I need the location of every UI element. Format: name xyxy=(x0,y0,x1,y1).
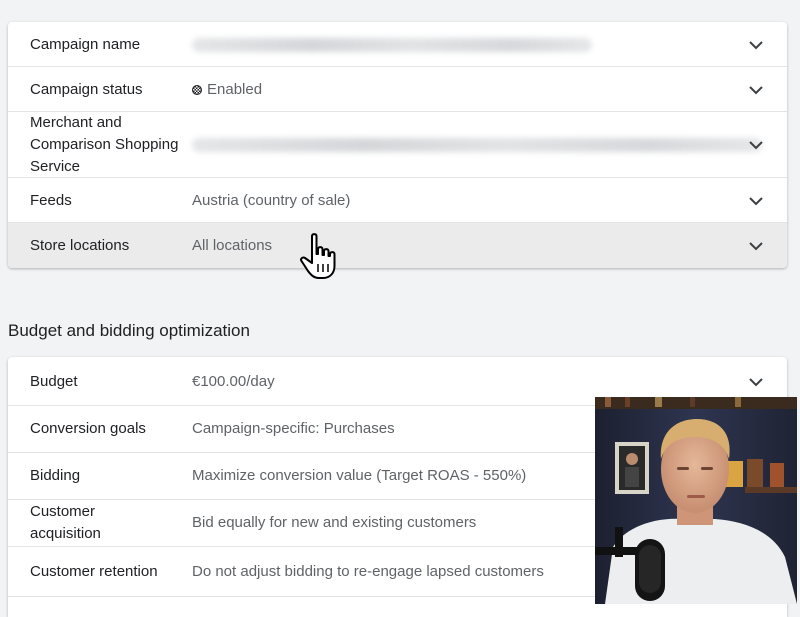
budget-section-title: Budget and bidding optimization xyxy=(8,321,250,340)
presenter-video xyxy=(595,397,797,604)
customer-acquisition-label: Customer acquisition xyxy=(30,503,101,542)
merchant-label: Merchant and Comparison Shopping Service xyxy=(30,114,179,175)
feeds-label: Feeds xyxy=(30,192,72,209)
campaign-settings-card: Campaign name Campaign status Enabled Me… xyxy=(8,22,787,268)
store-locations-label: Store locations xyxy=(30,237,130,254)
store-locations-row[interactable]: Store locations All locations xyxy=(8,223,787,268)
campaign-name-label: Campaign name xyxy=(30,36,141,53)
campaign-status-row[interactable]: Campaign status Enabled xyxy=(8,67,787,112)
customer-retention-value: Do not adjust bidding to re-engage lapse… xyxy=(192,563,544,580)
bidding-label: Bidding xyxy=(30,467,81,484)
chevron-down-icon[interactable] xyxy=(747,373,765,391)
campaign-name-value-redacted xyxy=(192,38,592,52)
campaign-status-text: Enabled xyxy=(207,81,263,98)
chevron-down-icon[interactable] xyxy=(747,36,765,54)
chevron-down-icon[interactable] xyxy=(747,192,765,210)
webcam-overlay xyxy=(595,397,797,604)
conversion-goals-label: Conversion goals xyxy=(30,420,146,437)
campaign-status-label: Campaign status xyxy=(30,81,143,98)
bidding-value: Maximize conversion value (Target ROAS -… xyxy=(192,467,527,484)
status-enabled-icon xyxy=(192,85,202,95)
chevron-down-icon[interactable] xyxy=(747,136,765,154)
budget-value: €100.00/day xyxy=(192,373,275,390)
store-locations-value: All locations xyxy=(192,237,273,254)
chevron-down-icon[interactable] xyxy=(747,81,765,99)
budget-label: Budget xyxy=(30,373,78,390)
feeds-row[interactable]: Feeds Austria (country of sale) xyxy=(8,178,787,223)
chevron-down-icon[interactable] xyxy=(747,237,765,255)
customer-acquisition-value: Bid equally for new and existing custome… xyxy=(192,514,477,531)
merchant-row[interactable]: Merchant and Comparison Shopping Service xyxy=(8,112,787,178)
campaign-status-value: Enabled xyxy=(192,79,262,101)
customer-retention-label: Customer retention xyxy=(30,563,158,580)
hand-pointer-icon xyxy=(298,232,344,282)
merchant-value-redacted xyxy=(192,138,762,152)
feeds-value: Austria (country of sale) xyxy=(192,192,351,209)
conversion-goals-value: Campaign-specific: Purchases xyxy=(192,420,395,437)
campaign-name-row[interactable]: Campaign name xyxy=(8,22,787,67)
